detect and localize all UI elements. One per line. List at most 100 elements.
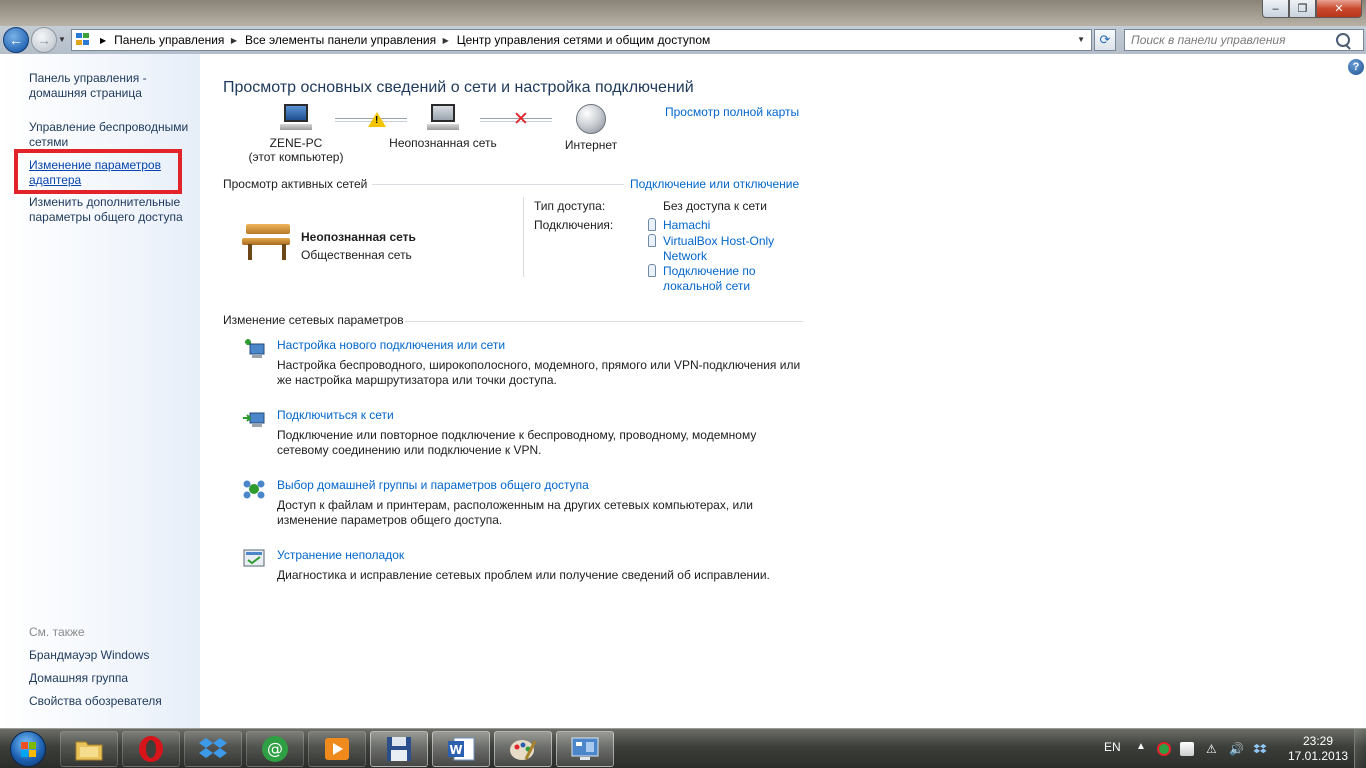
map-node-internet[interactable]: Интернет: [551, 104, 631, 152]
taskbar-opera[interactable]: [122, 731, 180, 767]
access-type-value: Без доступа к сети: [663, 199, 767, 213]
taskbar-explorer[interactable]: [60, 731, 118, 767]
task-title-homegroup[interactable]: Выбор домашней группы и параметров общег…: [277, 478, 589, 492]
computer-icon: [280, 104, 312, 132]
control-panel-icon: [76, 33, 94, 47]
svg-text:W: W: [449, 743, 462, 757]
taskbar-dropbox[interactable]: [184, 731, 242, 767]
maximize-button[interactable]: ❐: [1289, 0, 1316, 18]
folder-icon: [75, 741, 103, 761]
task-desc-new-connection: Настройка беспроводного, широкополосного…: [277, 358, 801, 387]
start-button[interactable]: [2, 730, 54, 768]
taskbar-paint[interactable]: [494, 731, 552, 767]
task-desc-homegroup: Доступ к файлам и принтерам, расположенн…: [277, 498, 753, 527]
taskbar-save-app[interactable]: [370, 731, 428, 767]
sidebar-item-firewall[interactable]: Брандмауэр Windows: [29, 648, 197, 663]
connection-link-hamachi[interactable]: Hamachi: [663, 218, 793, 233]
public-network-bench-icon: [242, 222, 292, 262]
forward-button[interactable]: →: [31, 27, 57, 53]
breadcrumb: Панель управления ▶ Все элементы панели …: [114, 33, 710, 47]
main-content: [200, 54, 1366, 728]
access-type-label: Тип доступа:: [534, 199, 606, 213]
refresh-button[interactable]: ⟳: [1094, 29, 1116, 51]
search-box[interactable]: [1124, 29, 1364, 51]
globe-icon: [576, 104, 606, 134]
taskbar: @ W EN ▲ ⚠ 🔊 23:29 17.01.2013: [0, 728, 1366, 768]
full-map-link[interactable]: Просмотр полной карты: [665, 105, 799, 119]
section-divider: [372, 184, 624, 185]
taskbar-control-panel[interactable]: [556, 731, 614, 767]
paint-icon: [510, 740, 537, 760]
sidebar-item-wireless[interactable]: Управление беспроводными сетями: [29, 120, 197, 150]
active-networks-heading: Просмотр активных сетей: [223, 177, 368, 191]
clock-time: 23:29: [1302, 734, 1334, 748]
dropbox-tray-icon[interactable]: [1253, 742, 1267, 756]
network-icon: [427, 104, 459, 132]
map-node-computer[interactable]: ZENE-PC (этот компьютер): [246, 104, 346, 164]
sidebar-item-homegroup[interactable]: Домашняя группа: [29, 671, 197, 686]
opera-icon: [139, 736, 163, 762]
back-button[interactable]: ←: [3, 27, 29, 53]
recent-pages-dropdown-icon[interactable]: ▼: [58, 35, 66, 44]
search-icon[interactable]: [1336, 33, 1350, 47]
network-warning-tray-icon[interactable]: ⚠: [1206, 742, 1224, 756]
antivirus-tray-icon[interactable]: [1157, 742, 1171, 756]
taskbar-mail-agent[interactable]: @: [246, 731, 304, 767]
address-dropdown-icon[interactable]: ▼: [1077, 35, 1085, 44]
connect-disconnect-link[interactable]: Подключение или отключение: [630, 177, 799, 191]
computer-name: ZENE-PC: [269, 136, 323, 150]
network-label: Неопознанная сеть: [389, 136, 497, 150]
word-icon: W: [448, 737, 475, 761]
taskbar-media-player[interactable]: [308, 731, 366, 767]
sidebar-item-adapter-settings[interactable]: Изменение параметров адаптера: [29, 158, 169, 188]
control-panel-icon: [571, 737, 599, 760]
connection-plug-icon: [648, 264, 656, 277]
breadcrumb-separator-icon[interactable]: ▶: [226, 36, 237, 45]
minimize-button[interactable]: ‒: [1262, 0, 1289, 18]
connection-plug-icon: [648, 234, 656, 247]
active-network-name: Неопознанная сеть: [301, 230, 416, 244]
show-hidden-icons-icon[interactable]: ▲: [1136, 741, 1146, 752]
navigation-bar: ← → ▼ ▶ Панель управления ▶ Все элементы…: [0, 26, 1366, 54]
sidebar-item-internet-options[interactable]: Свойства обозревателя: [29, 694, 197, 709]
windows-logo-icon: [10, 731, 46, 767]
vertical-divider: [523, 197, 524, 277]
sidebar-item-home[interactable]: Панель управления - домашняя страница: [29, 71, 197, 101]
active-network-type[interactable]: Общественная сеть: [301, 248, 412, 262]
task-desc-troubleshoot: Диагностика и исправление сетевых пробле…: [277, 568, 770, 582]
system-clock[interactable]: 23:29 17.01.2013: [1288, 734, 1348, 764]
breadcrumb-item-control-panel[interactable]: Панель управления: [114, 33, 224, 47]
connection-link-local[interactable]: Подключение по локальной сети: [663, 264, 773, 294]
language-indicator[interactable]: EN: [1104, 740, 1121, 754]
page-title: Просмотр основных сведений о сети и наст…: [223, 79, 694, 96]
connections-label: Подключения:: [534, 218, 614, 232]
connection-plug-icon: [648, 218, 656, 231]
task-title-troubleshoot[interactable]: Устранение неполадок: [277, 548, 404, 562]
volume-icon[interactable]: 🔊: [1229, 742, 1244, 756]
search-input[interactable]: [1125, 31, 1330, 49]
clock-date: 17.01.2013: [1288, 749, 1349, 763]
computer-subtitle: (этот компьютер): [248, 150, 344, 164]
change-settings-heading: Изменение сетевых параметров: [223, 313, 404, 327]
section-divider: [405, 321, 803, 322]
breadcrumb-separator-icon[interactable]: ▶: [438, 36, 449, 45]
address-bar[interactable]: ▶ Панель управления ▶ Все элементы панел…: [71, 29, 1092, 51]
troubleshoot-icon: [243, 549, 265, 567]
sidebar-item-sharing-settings[interactable]: Изменить дополнительные параметры общего…: [29, 195, 197, 225]
show-desktop-button[interactable]: [1354, 729, 1366, 768]
connection-link-virtualbox[interactable]: VirtualBox Host-Only Network: [663, 234, 783, 264]
floppy-disk-icon: [387, 737, 411, 761]
task-desc-connect-network: Подключение или повторное подключение к …: [277, 428, 757, 457]
device-tray-icon[interactable]: [1180, 742, 1194, 756]
new-connection-icon: [245, 339, 265, 358]
map-node-network[interactable]: Неопознанная сеть: [383, 104, 503, 150]
close-button[interactable]: ✕: [1316, 0, 1362, 18]
task-title-new-connection[interactable]: Настройка нового подключения или сети: [277, 338, 505, 352]
no-connection-x-icon[interactable]: ✕: [513, 110, 529, 129]
task-title-connect-network[interactable]: Подключиться к сети: [277, 408, 394, 422]
help-button[interactable]: ?: [1348, 59, 1364, 75]
breadcrumb-item-all-items[interactable]: Все элементы панели управления: [245, 33, 436, 47]
breadcrumb-item-network-center[interactable]: Центр управления сетями и общим доступом: [457, 33, 711, 47]
breadcrumb-root-arrow-icon[interactable]: ▶: [100, 36, 106, 45]
taskbar-word[interactable]: W: [432, 731, 490, 767]
